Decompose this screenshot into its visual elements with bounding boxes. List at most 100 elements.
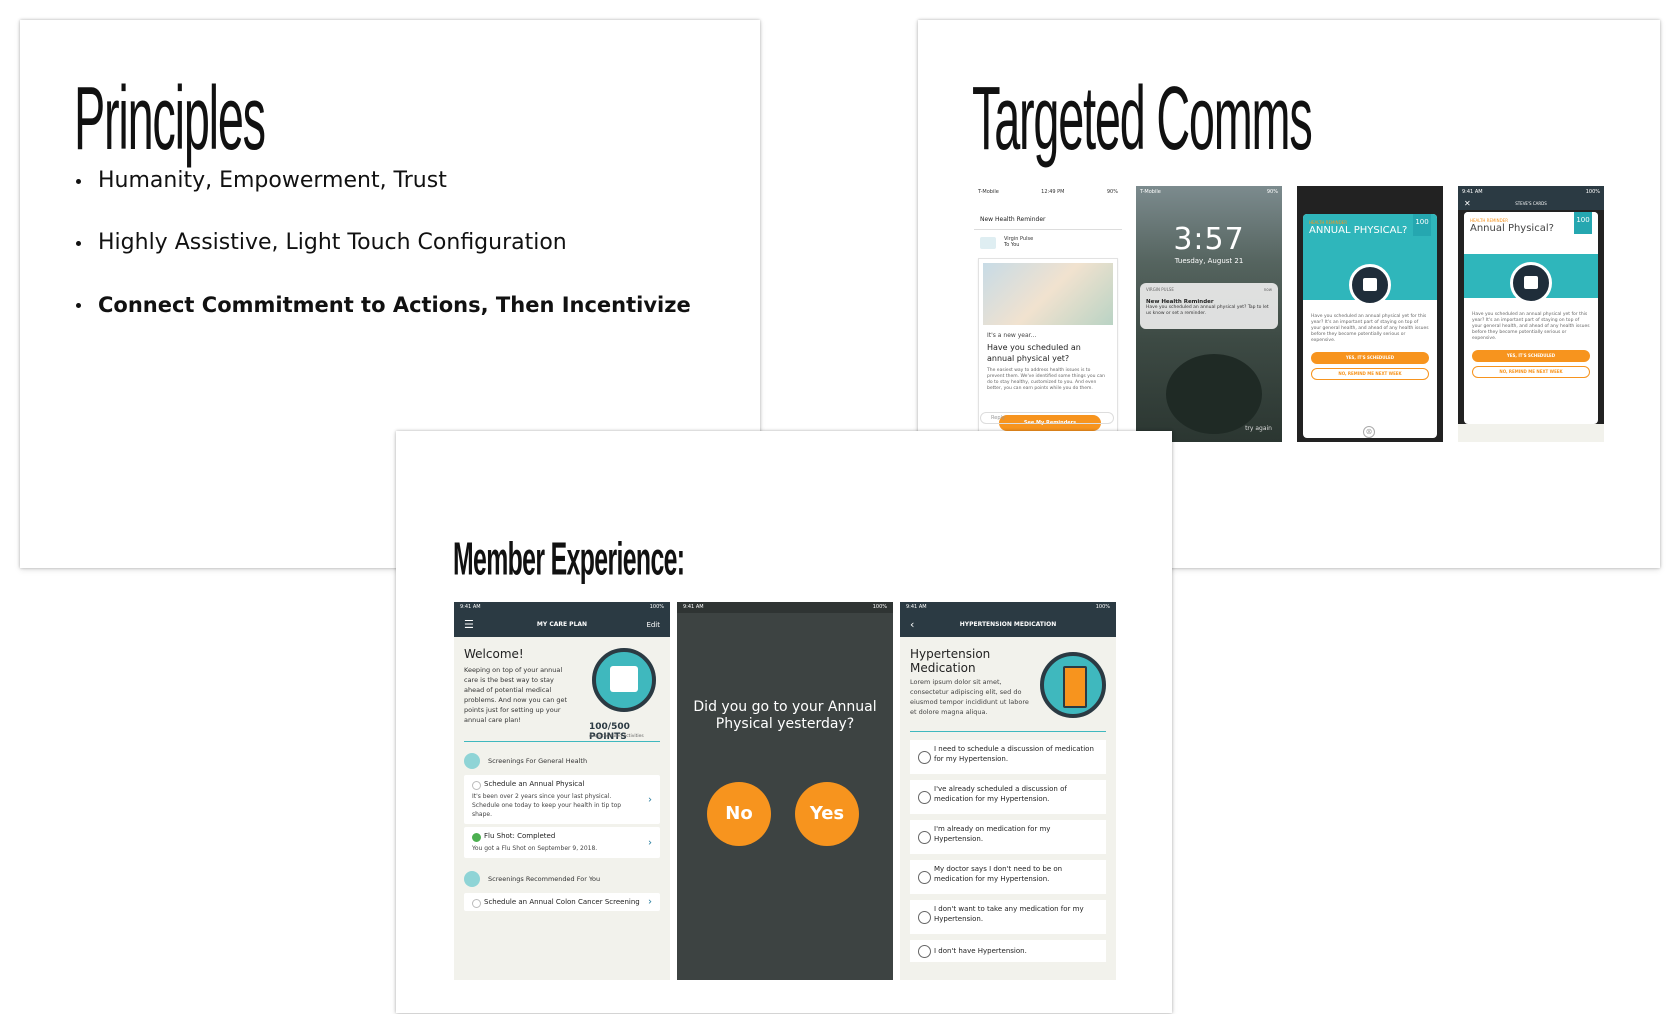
notification-app-name: VIRGIN PULSE <box>1146 287 1174 292</box>
edit-button[interactable]: Edit <box>646 613 660 637</box>
battery-label: 100% <box>1585 189 1600 195</box>
section-label: Screenings For General Health <box>488 757 588 765</box>
hypertension-option[interactable]: I don't want to take any medication for … <box>910 900 1106 934</box>
principle-bullet: Connect Commitment to Actions, Then Ince… <box>74 291 691 353</box>
no-button[interactable]: No <box>707 782 771 846</box>
hypertension-option[interactable]: I'm already on medication for my Hyperte… <box>910 820 1106 854</box>
status-bar: T-Mobile 12:49 PM 90% <box>974 186 1122 200</box>
yes-scheduled-button[interactable]: YES, IT'S SCHEDULED <box>1472 350 1590 362</box>
battery-label: 100% <box>649 604 664 610</box>
hypertension-title: Hypertension Medication <box>910 647 991 675</box>
task-item[interactable]: Schedule an Annual Physical It's been ov… <box>464 775 660 824</box>
pill-bottle-icon <box>1040 652 1106 718</box>
chevron-right-icon: › <box>648 837 652 848</box>
chevron-right-icon: › <box>648 794 652 805</box>
cards-header-title: STEVE'S CARDS <box>1515 201 1547 206</box>
reply-field[interactable]: Reply <box>980 412 1114 424</box>
status-bar: 9:41 AM 100% <box>677 602 893 613</box>
task-title: Schedule an Annual Colon Cancer Screenin… <box>472 898 640 908</box>
remind-next-week-button[interactable]: NO, REMIND ME NEXT WEEK <box>1472 366 1590 378</box>
email-question: Have you scheduled an annual physical ye… <box>987 343 1081 363</box>
battery-label: 100% <box>872 604 887 610</box>
cards-header: ✕ STEVE'S CARDS <box>1458 198 1604 210</box>
slide-title: Principles <box>74 67 266 169</box>
time-label: 9:41 AM <box>683 604 704 610</box>
annual-physical-prompt-screenshot: 9:41 AM 100% Did you go to your Annual P… <box>677 602 893 980</box>
slide-title: Targeted Comms <box>972 67 1313 169</box>
status-bar: T-Mobile 90% <box>1136 186 1282 200</box>
card-body: Have you scheduled an annual physical ye… <box>1472 312 1590 341</box>
notification-body: Have you scheduled an annual physical ye… <box>1146 305 1269 316</box>
points-ribbon: 100 <box>1413 214 1431 236</box>
calendar-icon <box>1349 264 1391 306</box>
page-dots <box>1458 424 1604 442</box>
hypertension-text: Lorem ipsum dolor sit amet, consectetur … <box>910 678 1029 716</box>
section-header: Screenings For General Health <box>454 750 670 772</box>
points-ribbon: 100 <box>1574 212 1592 234</box>
time-label: 9:41 AM <box>906 604 927 610</box>
push-notification[interactable]: VIRGIN PULSE now New Health Reminder Hav… <box>1140 283 1278 329</box>
calendar-icon <box>1510 262 1552 304</box>
card-body: Have you scheduled an annual physical ye… <box>1311 314 1429 343</box>
points-counter: 100/500 POINTS <box>589 722 630 742</box>
yes-scheduled-button[interactable]: YES, IT'S SCHEDULED <box>1311 352 1429 364</box>
principles-list: Humanity, Empowerment, Trust Highly Assi… <box>74 167 691 353</box>
prompt-question: Did you go to your Annual Physical yeste… <box>693 699 877 732</box>
status-bar: 9:41 AM 100% <box>454 602 670 613</box>
principle-bullet: Highly Assistive, Light Touch Configurat… <box>74 229 691 291</box>
calendar-icon <box>592 648 656 712</box>
hamburger-menu-icon[interactable]: ☰ <box>464 613 474 637</box>
principle-bullet: Humanity, Empowerment, Trust <box>74 167 691 229</box>
card-screenshot-2: 9:41 AM 100% ✕ STEVE'S CARDS HEALTH REMI… <box>1458 186 1604 442</box>
hypertension-option[interactable]: I don't have Hypertension. <box>910 940 1106 962</box>
email-subject: New Health Reminder <box>974 210 1122 230</box>
hypertension-option[interactable]: I need to schedule a discussion of medic… <box>910 740 1106 774</box>
hypertension-option[interactable]: My doctor says I don't need to be on med… <box>910 860 1106 894</box>
reminder-card: HEALTH REMINDER ANNUAL PHYSICAL? 100 Hav… <box>1303 214 1437 438</box>
activities-count: 4 unscheduled activities <box>589 734 644 739</box>
close-icon[interactable]: ⊗ <box>1363 426 1375 438</box>
task-desc: It's been over 2 years since your last p… <box>472 793 622 818</box>
doctor-photo <box>983 263 1113 325</box>
battery-label: 100% <box>1095 604 1110 610</box>
time-label: 9:41 AM <box>1462 189 1483 195</box>
status-bar: 9:41 AM 100% <box>1458 186 1604 198</box>
carrier-label: T-Mobile <box>1140 189 1161 195</box>
close-icon[interactable]: ✕ <box>1464 198 1471 210</box>
header-title: MY CARE PLAN <box>536 621 588 628</box>
task-desc: You got a Flu Shot on September 9, 2018. <box>472 845 598 852</box>
email-screenshot: T-Mobile 12:49 PM 90% New Health Reminde… <box>974 186 1122 442</box>
lock-time: 3:57 <box>1173 222 1245 257</box>
lock-date: Tuesday, August 21 <box>1174 257 1244 265</box>
remind-next-week-button[interactable]: NO, REMIND ME NEXT WEEK <box>1311 368 1429 380</box>
carrier-label: T-Mobile <box>978 189 999 195</box>
shirt-text: try again <box>1245 425 1272 432</box>
lockscreen-screenshot: T-Mobile 90% 3:57 Tuesday, August 21 VIR… <box>1136 186 1282 442</box>
task-title: Flu Shot: Completed <box>472 832 640 842</box>
header-title: HYPERTENSION MEDICATION <box>959 621 1057 628</box>
battery-label: 90% <box>1106 189 1118 195</box>
chevron-right-icon: › <box>648 896 652 908</box>
card-screenshot-1: HEALTH REMINDER ANNUAL PHYSICAL? 100 Hav… <box>1297 186 1443 442</box>
email-body: The easiest way to address health issues… <box>987 368 1105 391</box>
notification-time: now <box>1263 287 1272 292</box>
task-title: Schedule an Annual Physical <box>472 780 640 790</box>
back-chevron-icon[interactable]: ‹ <box>910 613 914 637</box>
battery-label: 90% <box>1266 189 1278 195</box>
sender-logo-icon <box>980 237 996 249</box>
time-label: 9:41 AM <box>460 604 481 610</box>
yes-button[interactable]: Yes <box>795 782 859 846</box>
child-photo <box>1166 354 1262 434</box>
hypertension-option[interactable]: I've already scheduled a discussion of m… <box>910 780 1106 814</box>
welcome-text: Keeping on top of your annual care is th… <box>464 666 568 724</box>
email-intro: It's a new year... <box>987 332 1037 339</box>
document-icon <box>464 871 480 887</box>
status-bar: 9:41 AM 100% <box>900 602 1116 613</box>
divider <box>910 731 1106 732</box>
task-item[interactable]: Flu Shot: Completed You got a Flu Shot o… <box>464 827 660 858</box>
section-label: Screenings Recommended For You <box>488 875 601 883</box>
reminder-card: HEALTH REMINDER Annual Physical? 100 Hav… <box>1464 212 1598 424</box>
email-sender: Virgin Pulse To You <box>974 230 1122 256</box>
slide-title: Member Experience: <box>453 534 685 585</box>
task-item[interactable]: Schedule an Annual Colon Cancer Screenin… <box>464 893 660 911</box>
